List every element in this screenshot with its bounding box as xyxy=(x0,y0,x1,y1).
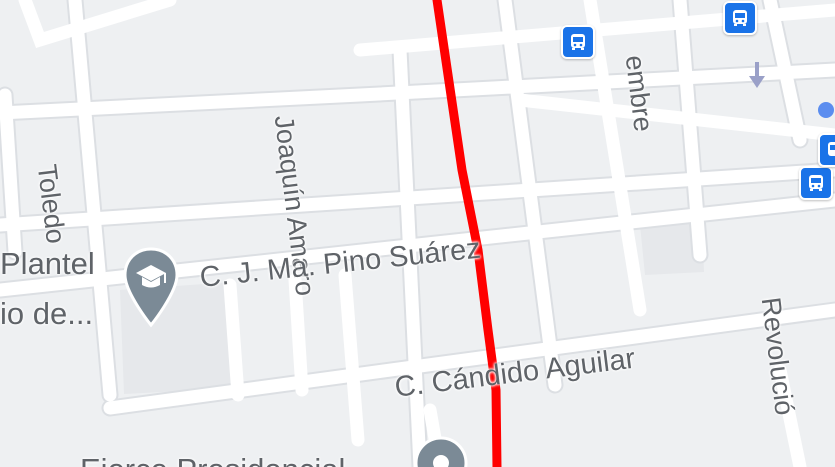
map-view[interactable]: Joaquín Amaro Toledo embre C. J. Ma. Pin… xyxy=(0,0,835,467)
location-dot-icon xyxy=(818,102,834,118)
bus-icon[interactable] xyxy=(723,1,757,35)
poi-label-plantel-sub[interactable]: io de... xyxy=(0,296,93,332)
place-pin-icon[interactable] xyxy=(412,436,470,467)
bus-icon[interactable] xyxy=(799,166,833,200)
education-pin-icon[interactable] xyxy=(122,245,180,331)
poi-label-bottom-place[interactable]: Ejerce Presidencial xyxy=(80,452,345,467)
bus-icon[interactable] xyxy=(561,25,595,59)
bus-icon[interactable] xyxy=(818,133,835,167)
poi-label-plantel[interactable]: Plantel xyxy=(0,246,95,282)
